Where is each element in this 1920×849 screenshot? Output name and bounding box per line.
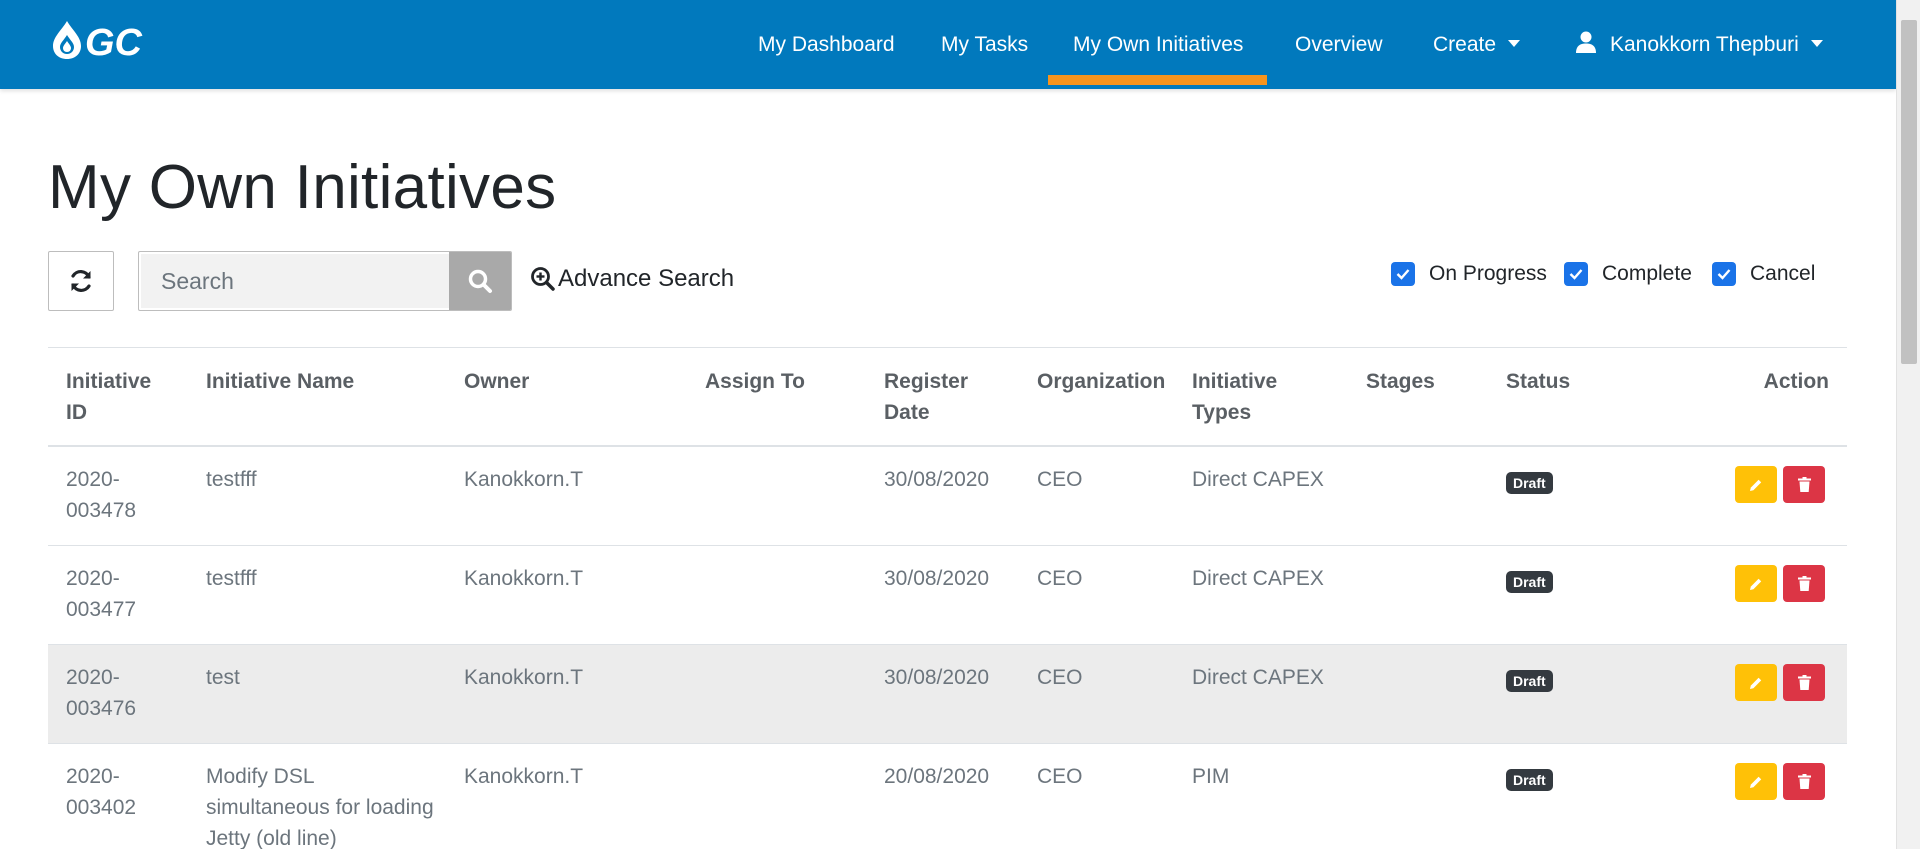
delete-button[interactable]: [1783, 763, 1825, 800]
table-row[interactable]: 2020-003477 testfff Kanokkorn.T 30/08/20…: [48, 546, 1847, 645]
cell-owner: Kanokkorn.T: [464, 567, 584, 590]
table-row[interactable]: 2020-003476 test Kanokkorn.T 30/08/2020 …: [48, 645, 1847, 744]
check-icon: [1569, 269, 1583, 280]
check-icon: [1396, 269, 1410, 280]
col-header-stages[interactable]: Stages: [1366, 366, 1435, 397]
edit-button[interactable]: [1735, 466, 1777, 503]
search-box: [138, 251, 512, 311]
trash-icon: [1797, 774, 1811, 789]
cell-initiative-name: test: [206, 666, 240, 689]
cell-organization: CEO: [1037, 567, 1083, 590]
cell-initiative-name: testfff: [206, 468, 257, 491]
delete-button[interactable]: [1783, 664, 1825, 701]
cell-initiative-types: Direct CAPEX: [1192, 468, 1324, 491]
advance-search-label: Advance Search: [558, 265, 735, 292]
cell-owner: Kanokkorn.T: [464, 765, 584, 788]
edit-button[interactable]: [1735, 664, 1777, 701]
trash-icon: [1797, 675, 1811, 690]
svg-text:GC: GC: [85, 22, 143, 61]
cell-initiative-types: Direct CAPEX: [1192, 666, 1324, 689]
search-input[interactable]: [141, 254, 449, 308]
search-icon: [468, 269, 492, 293]
scrollbar-thumb[interactable]: [1901, 20, 1917, 364]
user-icon: [1576, 31, 1596, 54]
cell-initiative-id: 2020-003477: [66, 567, 137, 621]
cell-organization: CEO: [1037, 666, 1083, 689]
trash-icon: [1797, 576, 1811, 591]
table-row[interactable]: 2020-003402 Modify DSL simultaneous for …: [48, 744, 1847, 849]
table-row[interactable]: 2020-003478 testfff Kanokkorn.T 30/08/20…: [48, 447, 1847, 546]
check-icon: [1717, 269, 1731, 280]
status-badge: Draft: [1506, 472, 1553, 494]
col-header-register-date[interactable]: Register Date: [884, 366, 984, 428]
initiatives-table: Initiative ID Initiative Name Owner Assi…: [48, 347, 1847, 849]
cancel-checkbox[interactable]: [1712, 262, 1736, 286]
refresh-icon: [71, 270, 91, 292]
pencil-icon: [1750, 776, 1762, 788]
nav-create-label: Create: [1433, 33, 1497, 56]
on-progress-checkbox[interactable]: [1391, 262, 1415, 286]
nav-create-dropdown[interactable]: Create: [1433, 33, 1521, 57]
status-badge: Draft: [1506, 670, 1553, 692]
cell-register-date: 30/08/2020: [884, 468, 990, 491]
col-header-assign-to[interactable]: Assign To: [705, 366, 805, 397]
pencil-icon: [1750, 677, 1762, 689]
cell-owner: Kanokkorn.T: [464, 666, 584, 689]
pencil-icon: [1750, 479, 1762, 491]
filter-label: On Progress: [1429, 262, 1547, 285]
nav-overview[interactable]: Overview: [1295, 33, 1383, 57]
nav-my-dashboard[interactable]: My Dashboard: [758, 33, 895, 57]
col-header-action: Action: [1763, 370, 1829, 393]
cell-organization: CEO: [1037, 468, 1083, 491]
col-header-organization[interactable]: Organization: [1037, 366, 1165, 397]
advance-search-link[interactable]: Advance Search: [530, 265, 734, 293]
page-scrollbar[interactable]: [1896, 0, 1920, 849]
refresh-button[interactable]: [48, 251, 114, 311]
gc-logo[interactable]: GC: [49, 19, 181, 61]
nav-my-own-initiatives[interactable]: My Own Initiatives: [1047, 33, 1268, 85]
cell-initiative-name: testfff: [206, 567, 257, 590]
col-header-status[interactable]: Status: [1506, 366, 1570, 397]
cell-initiative-name: Modify DSL simultaneous for loading Jett…: [206, 765, 434, 849]
user-menu-dropdown[interactable]: Kanokkorn Thepburi: [1576, 31, 1823, 57]
delete-button[interactable]: [1783, 466, 1825, 503]
chevron-down-icon: [1508, 39, 1521, 47]
col-header-owner[interactable]: Owner: [464, 366, 529, 397]
page-title: My Own Initiatives: [48, 153, 557, 222]
search-button[interactable]: [449, 252, 511, 310]
cell-owner: Kanokkorn.T: [464, 468, 584, 491]
col-header-initiative-types[interactable]: Initiative Types: [1192, 366, 1292, 428]
filter-cancel[interactable]: Cancel: [1712, 262, 1815, 286]
chevron-down-icon: [1810, 39, 1823, 47]
cell-initiative-id: 2020-003476: [66, 666, 137, 720]
cell-initiative-types: Direct CAPEX: [1192, 567, 1324, 590]
table-header: Initiative ID Initiative Name Owner Assi…: [48, 347, 1847, 447]
complete-checkbox[interactable]: [1564, 262, 1588, 286]
cell-organization: CEO: [1037, 765, 1083, 788]
edit-button[interactable]: [1735, 565, 1777, 602]
filter-on-progress[interactable]: On Progress: [1391, 262, 1547, 286]
filter-label: Complete: [1602, 262, 1692, 285]
cell-initiative-types: PIM: [1192, 765, 1230, 788]
col-header-initiative-name[interactable]: Initiative Name: [206, 366, 354, 397]
cell-register-date: 20/08/2020: [884, 765, 990, 788]
status-badge: Draft: [1506, 769, 1553, 791]
delete-button[interactable]: [1783, 565, 1825, 602]
pencil-icon: [1750, 578, 1762, 590]
cell-initiative-id: 2020-003478: [66, 468, 137, 522]
nav-my-tasks[interactable]: My Tasks: [941, 33, 1028, 57]
col-header-initiative-id[interactable]: Initiative ID: [66, 366, 166, 428]
status-badge: Draft: [1506, 571, 1553, 593]
cell-register-date: 30/08/2020: [884, 567, 990, 590]
cell-initiative-id: 2020-003402: [66, 765, 137, 819]
trash-icon: [1797, 477, 1811, 492]
filter-label: Cancel: [1750, 262, 1816, 285]
filter-complete[interactable]: Complete: [1564, 262, 1692, 286]
zoom-in-icon: [531, 267, 555, 291]
user-name: Kanokkorn Thepburi: [1610, 33, 1799, 56]
top-navbar: GC My Dashboard My Tasks My Own Initiati…: [0, 0, 1896, 89]
cell-register-date: 30/08/2020: [884, 666, 990, 689]
edit-button[interactable]: [1735, 763, 1777, 800]
